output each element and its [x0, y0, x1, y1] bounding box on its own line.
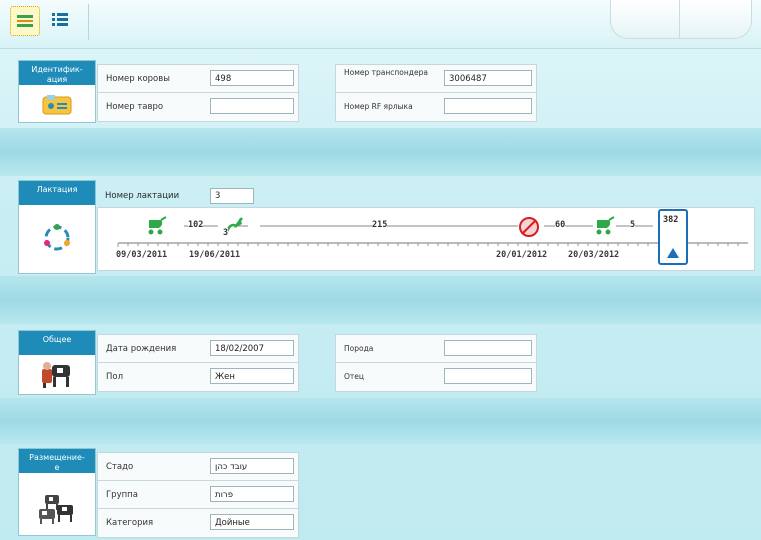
form-view-button[interactable] [10, 6, 40, 36]
grid-view-icon [17, 15, 33, 27]
current-day-value: 382 [663, 215, 679, 225]
birth-date-field[interactable]: 18/02/2007 [210, 340, 294, 356]
field-row: Пол Жен [98, 363, 298, 390]
timeline-date: 19/06/2011 [189, 250, 241, 260]
father-field[interactable] [444, 368, 532, 384]
separator-band [0, 276, 761, 324]
transponder-label: Номер транспондера [344, 68, 428, 77]
lactation-number-row: Номер лактации 3 [97, 187, 267, 205]
timeline-date: 20/01/2012 [496, 250, 548, 260]
group-field[interactable]: פרות [210, 486, 294, 502]
toolbar-divider [88, 4, 89, 40]
breed-label: Порода [344, 344, 374, 353]
timeline-graphic [117, 225, 748, 247]
field-row: Номер тавро [98, 93, 298, 120]
sex-label: Пол [106, 372, 124, 382]
lactation-number-field[interactable]: 3 [210, 188, 254, 204]
timeline-segment-days: 60 [555, 220, 566, 230]
brand-number-field[interactable] [210, 98, 294, 114]
general-panel-left: Дата рождения 18/02/2007 Пол Жен [97, 334, 299, 392]
field-row: Группа פרות [98, 481, 298, 509]
general-panel-right: Порода Отец [335, 334, 537, 392]
timeline-date: 09/03/2011 [116, 250, 168, 260]
field-row: Порода [336, 335, 536, 363]
lactation-cycle-icon [19, 223, 95, 253]
identification-panel-right: Номер транспондера 3006487 Номер RF ярлы… [335, 64, 537, 122]
timeline-date: 20/03/2012 [568, 250, 620, 260]
group-label: Группа [106, 490, 138, 500]
stroller-icon [148, 216, 167, 235]
field-row: Номер RF ярлыка [336, 93, 536, 120]
field-row: Отец [336, 363, 536, 390]
lactation-timeline: 102 3 215 60 5 382 09/03/2011 19/06/2011… [97, 207, 755, 271]
stroller-icon [596, 216, 615, 235]
id-card-icon [19, 93, 95, 115]
section-title: Размещение- е [29, 453, 85, 472]
lactation-number-label: Номер лактации [105, 191, 180, 201]
breed-field[interactable] [444, 340, 532, 356]
list-view-button[interactable] [46, 6, 74, 34]
field-row: Стадо עובד כהן [98, 453, 298, 481]
field-row: Номер коровы 498 [98, 65, 298, 93]
timeline-segment-days: 102 [188, 220, 204, 230]
current-position-icon [667, 248, 679, 258]
timeline-segment-days: 5 [630, 220, 636, 230]
category-label: Категория [106, 518, 154, 528]
section-identification-header: Идентифик- ация [18, 60, 96, 123]
field-row: Номер транспондера 3006487 [336, 65, 536, 93]
current-day-marker[interactable]: 382 [658, 209, 688, 265]
rf-tag-label: Номер RF ярлыка [344, 102, 413, 111]
list-view-icon [52, 13, 68, 26]
field-row: Категория Дойные [98, 509, 298, 536]
cow-number-field[interactable]: 498 [210, 70, 294, 86]
rf-tag-field[interactable] [444, 98, 532, 114]
transponder-field[interactable]: 3006487 [444, 70, 532, 86]
cow-number-label: Номер коровы [106, 74, 170, 84]
timeline-segment-days: 215 [372, 220, 388, 230]
brand-number-label: Номер тавро [106, 102, 164, 112]
herd-label: Стадо [106, 462, 134, 472]
timeline-segment-days: 3 [223, 228, 229, 238]
identification-panel-left: Номер коровы 498 Номер тавро [97, 64, 299, 122]
separator-band [0, 398, 761, 444]
section-general-header: Общее [18, 330, 96, 395]
cows-icon [19, 359, 95, 389]
father-label: Отец [344, 372, 364, 381]
birth-date-label: Дата рождения [106, 344, 177, 354]
herd-field[interactable]: עובד כהן [210, 458, 294, 474]
window-tabs[interactable] [610, 0, 752, 39]
separator-band [0, 128, 761, 176]
placement-panel: Стадо עובד כהן Группа פרות Категория Дой… [97, 452, 299, 538]
section-title: Общее [42, 335, 72, 344]
sex-field[interactable]: Жен [210, 368, 294, 384]
field-row: Дата рождения 18/02/2007 [98, 335, 298, 363]
section-title: Идентифик- ация [31, 65, 83, 84]
section-title: Лактация [36, 185, 78, 194]
toolbar [0, 0, 761, 49]
section-placement-header: Размещение- е [18, 448, 96, 536]
cow-group-icon [19, 491, 95, 525]
dry-off-icon [519, 217, 539, 237]
category-field[interactable]: Дойные [210, 514, 294, 530]
section-lactation-header: Лактация [18, 180, 96, 274]
